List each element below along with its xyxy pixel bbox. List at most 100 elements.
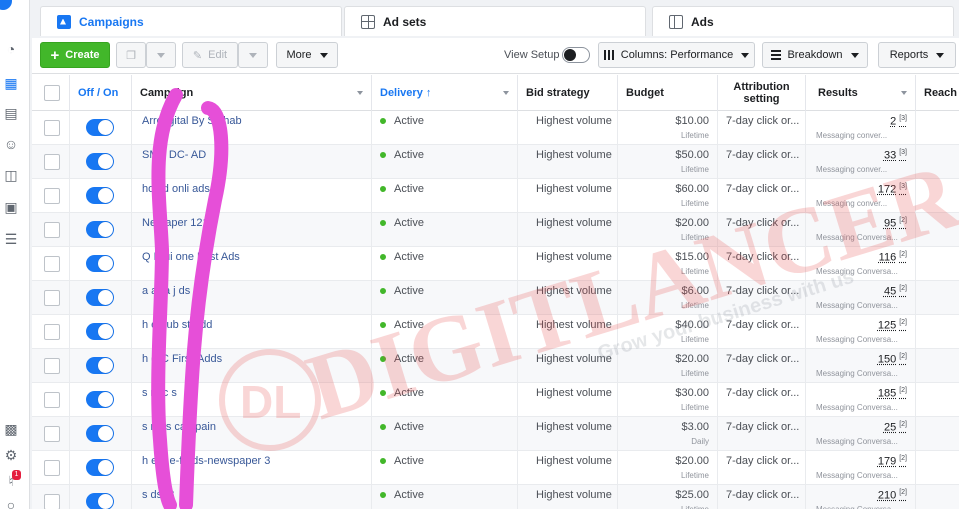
table-row[interactable]: Q Frui one First Ads Active Highest volume… [32, 247, 959, 281]
campaign-name-link[interactable]: h ercub st-add [142, 319, 212, 331]
row-checkbox[interactable] [44, 392, 60, 408]
table-row[interactable]: a arta j ds Active Highest volume $6.00 Life… [32, 281, 959, 315]
columns-button[interactable]: Columns: Performance [598, 42, 755, 68]
table-row[interactable]: h erC First-Adds Active Highest volume $20.… [32, 349, 959, 383]
campaign-on-off-toggle[interactable] [86, 153, 114, 170]
catalog-icon[interactable]: ◫ [2, 166, 20, 184]
campaign-name-link[interactable]: s noc s [142, 387, 177, 399]
duplicate-dropdown-button[interactable] [146, 42, 176, 68]
results-value[interactable]: 185 [2] [878, 387, 907, 400]
campaign-on-off-toggle[interactable] [86, 221, 114, 238]
offon-column-header[interactable]: Off / On [70, 75, 132, 111]
budget-value[interactable]: $20.00 [675, 455, 709, 467]
breakdown-button[interactable]: Breakdown [762, 42, 868, 68]
budget-value[interactable]: $3.00 [681, 421, 709, 433]
table-row[interactable]: s ds33 Active Highest volume $25.00 Lifetime… [32, 485, 959, 509]
row-checkbox[interactable] [44, 324, 60, 340]
budget-value[interactable]: $25.00 [675, 489, 709, 501]
row-checkbox[interactable] [44, 426, 60, 442]
reports-button[interactable]: Reports [878, 42, 956, 68]
dashboard-icon[interactable]: ◔ [2, 40, 20, 58]
campaign-on-off-toggle[interactable] [86, 357, 114, 374]
results-value[interactable]: 116 [2] [879, 251, 907, 264]
table-row[interactable]: Arro igital By Shihab Active Highest volum… [32, 111, 959, 145]
row-checkbox[interactable] [44, 222, 60, 238]
table-row[interactable]: h erc e-f-ads-newspaper 3 Active Highest v… [32, 451, 959, 485]
reach-column-header[interactable]: Reach [916, 75, 959, 111]
table-row[interactable]: h ercub st-add Active Highest volume $40.00… [32, 315, 959, 349]
budget-column-header[interactable]: Budget [618, 75, 718, 111]
campaign-on-off-toggle[interactable] [86, 391, 114, 408]
results-value[interactable]: 125 [2] [878, 319, 907, 332]
campaign-name-link[interactable]: Ne paper 121 [142, 217, 209, 229]
campaign-name-link[interactable]: s no s campain [142, 421, 216, 433]
attribution-column-header[interactable]: Attribution setting [718, 75, 806, 111]
row-checkbox[interactable] [44, 188, 60, 204]
table-row[interactable]: Ne paper 121 Active Highest volume $20.00 Li… [32, 213, 959, 247]
results-value[interactable]: 210 [2] [878, 489, 907, 502]
delivery-column-header[interactable]: Delivery ↑ [372, 75, 518, 111]
campaign-name-link[interactable]: s ds33 [142, 489, 174, 501]
results-value[interactable]: 179 [2] [878, 455, 907, 468]
row-checkbox[interactable] [44, 494, 60, 509]
create-button[interactable]: + Create [40, 42, 110, 68]
campaign-on-off-toggle[interactable] [86, 119, 114, 136]
budget-value[interactable]: $50.00 [675, 149, 709, 161]
events-icon[interactable]: ▣ [2, 198, 20, 216]
table-row[interactable]: s no s campain Active Highest volume $3.00 D… [32, 417, 959, 451]
row-checkbox[interactable] [44, 290, 60, 306]
campaign-name-link[interactable]: a arta j ds [142, 285, 190, 297]
budget-value[interactable]: $20.00 [675, 353, 709, 365]
results-value[interactable]: 150 [2] [878, 353, 907, 366]
campaign-on-off-toggle[interactable] [86, 425, 114, 442]
bid-column-header[interactable]: Bid strategy [518, 75, 618, 111]
duplicate-button[interactable]: ❐ [116, 42, 146, 68]
budget-value[interactable]: $40.00 [675, 319, 709, 331]
account-avatar[interactable] [0, 0, 12, 10]
tab-campaigns[interactable]: Campaigns [40, 6, 342, 36]
results-value[interactable]: 95 [2] [884, 217, 907, 230]
edit-button[interactable]: ✎ Edit [182, 42, 238, 68]
results-value[interactable]: 45 [2] [884, 285, 907, 298]
budget-value[interactable]: $20.00 [675, 217, 709, 229]
results-value[interactable]: 2 [3] [890, 115, 907, 128]
results-value[interactable]: 172 [3] [878, 183, 907, 196]
budget-value[interactable]: $6.00 [681, 285, 709, 297]
select-all-checkbox[interactable] [44, 85, 60, 101]
budget-value[interactable]: $30.00 [675, 387, 709, 399]
audiences-icon[interactable]: ☺ [2, 135, 20, 153]
row-checkbox[interactable] [44, 120, 60, 136]
campaign-on-off-toggle[interactable] [86, 459, 114, 476]
table-row[interactable]: s noc s Active Highest volume $30.00 Lifetim… [32, 383, 959, 417]
menu-icon[interactable]: ☰ [2, 230, 20, 248]
campaign-on-off-toggle[interactable] [86, 187, 114, 204]
campaign-on-off-toggle[interactable] [86, 289, 114, 306]
pages-icon[interactable]: ▤ [2, 104, 20, 122]
tab-adsets[interactable]: Ad sets [344, 6, 646, 36]
campaign-on-off-toggle[interactable] [86, 255, 114, 272]
chevron-down-icon[interactable] [503, 91, 509, 95]
campaign-on-off-toggle[interactable] [86, 323, 114, 340]
results-column-header[interactable]: Results [806, 75, 916, 111]
table-row[interactable]: hos d onli ads Active Highest volume $60.00… [32, 179, 959, 213]
campaign-name-link[interactable]: hos d onli ads [142, 183, 210, 195]
more-button[interactable]: More [276, 42, 338, 68]
row-checkbox[interactable] [44, 256, 60, 272]
campaign-column-header[interactable]: Campaign [132, 75, 372, 111]
results-value[interactable]: 33 [3] [884, 149, 907, 162]
campaigns-table-icon[interactable]: ▦ [2, 74, 20, 92]
chevron-down-icon[interactable] [357, 91, 363, 95]
budget-value[interactable]: $15.00 [675, 251, 709, 263]
campaign-name-link[interactable]: Q Frui one First Ads [142, 251, 240, 263]
campaign-name-link[interactable]: SMS DC- AD [142, 149, 206, 161]
budget-value[interactable]: $60.00 [675, 183, 709, 195]
view-setup-toggle[interactable] [562, 47, 590, 63]
help-center-icon[interactable]: ▩ [2, 420, 20, 438]
row-checkbox[interactable] [44, 358, 60, 374]
row-checkbox[interactable] [44, 154, 60, 170]
settings-icon[interactable]: ⚙ [2, 446, 20, 464]
table-row[interactable]: SMS DC- AD Active Highest volume $50.00 Life… [32, 145, 959, 179]
results-value[interactable]: 25 [2] [884, 421, 907, 434]
campaign-name-link[interactable]: Arro igital By Shihab [142, 115, 242, 127]
budget-value[interactable]: $10.00 [675, 115, 709, 127]
